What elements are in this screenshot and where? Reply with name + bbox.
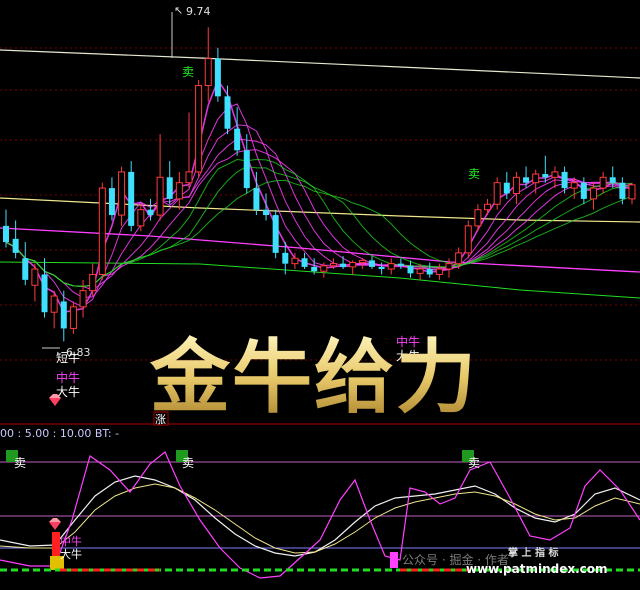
credit-site: www.patmindex.com	[466, 562, 608, 576]
candle-body	[329, 263, 337, 267]
candle-body	[137, 209, 145, 227]
candle-body	[31, 268, 39, 286]
candle-body	[340, 263, 347, 267]
candle	[195, 80, 203, 178]
candle-body	[426, 269, 433, 275]
candle-body	[89, 273, 97, 292]
candle-body	[234, 128, 241, 151]
high-value: 9.74	[186, 5, 211, 18]
candle-body	[570, 182, 578, 189]
candle-body	[561, 171, 568, 189]
candle-body	[484, 203, 492, 211]
sell-label-upper-2: 卖	[468, 167, 480, 181]
sell-label-lower-1: 卖	[14, 456, 26, 470]
candle-body	[224, 96, 231, 129]
candle-body	[166, 177, 173, 199]
candle-body	[532, 173, 540, 184]
candle-body	[12, 238, 19, 253]
candle-body	[464, 225, 472, 254]
candle-body	[619, 182, 626, 199]
candle-body	[387, 263, 395, 270]
candle-body	[214, 58, 221, 97]
candle-body	[358, 259, 366, 264]
candle-body	[397, 263, 404, 266]
candle	[464, 220, 472, 259]
candle-body	[378, 266, 385, 270]
candle-body	[41, 274, 48, 313]
candle-body	[156, 176, 164, 216]
candle-body	[311, 266, 318, 272]
stock-chart: ↖ 9.74 卖 卖 短牛 6.83 中牛 大牛 中牛 大牛 涨 金牛给力 00…	[0, 0, 640, 590]
candle-body	[118, 171, 126, 216]
candle-body	[301, 258, 308, 267]
low-value: 6.83	[66, 346, 91, 359]
candle-body	[503, 182, 510, 194]
candle-body	[50, 295, 58, 313]
candle-body	[474, 209, 482, 227]
candle-body	[407, 265, 414, 274]
credit-brand: 掌 上 指 标	[508, 546, 558, 559]
indicator-params: 00 : 5.00 : 10.00 BT: -	[0, 427, 119, 440]
candle-body	[263, 209, 270, 216]
candle-body	[416, 268, 424, 274]
candle-body	[542, 174, 549, 178]
lower-big-bull-label: 大牛	[60, 547, 82, 561]
candle-body	[22, 258, 29, 280]
candle	[272, 209, 279, 259]
candle-body	[282, 252, 289, 264]
sell-label-upper-1: 卖	[182, 65, 194, 79]
candle-body	[175, 182, 183, 200]
candle-body	[272, 215, 279, 253]
candle-body	[98, 187, 106, 275]
candle-body	[291, 257, 299, 265]
candle-body	[79, 290, 87, 308]
candle-body	[128, 171, 135, 226]
candle-body	[3, 225, 9, 243]
candle-body	[523, 177, 530, 183]
candle	[98, 182, 106, 280]
candle-body	[493, 182, 501, 205]
candle-body	[253, 188, 260, 210]
candle-body	[512, 176, 520, 194]
svg-text:↖: ↖	[174, 4, 183, 17]
candle-body	[349, 262, 357, 268]
candle-body	[185, 171, 193, 184]
candle-body	[147, 209, 154, 216]
candle-body	[589, 187, 597, 200]
sell-label-lower-3: 卖	[468, 456, 480, 470]
candle-body	[204, 58, 212, 87]
candle-body	[243, 150, 250, 189]
candle-body	[628, 184, 636, 200]
candle-body	[599, 176, 607, 189]
lower-mid-bull-label: 中牛	[60, 534, 82, 548]
candle-body	[60, 301, 67, 329]
sell-label-lower-2: 卖	[182, 456, 194, 470]
candle-body	[195, 85, 203, 173]
candle-body	[455, 252, 463, 265]
candle-body	[435, 268, 443, 275]
candle-body	[551, 171, 559, 178]
candle-body	[320, 265, 328, 272]
mid-bull-label-1: 中牛	[56, 370, 80, 385]
candle-body	[445, 263, 453, 270]
candle-body	[609, 177, 616, 183]
watermark-title: 金牛给力	[149, 330, 478, 424]
candle-body	[108, 188, 115, 216]
candle-body	[580, 182, 587, 199]
candle-body	[69, 306, 77, 329]
candle-body	[368, 260, 375, 267]
